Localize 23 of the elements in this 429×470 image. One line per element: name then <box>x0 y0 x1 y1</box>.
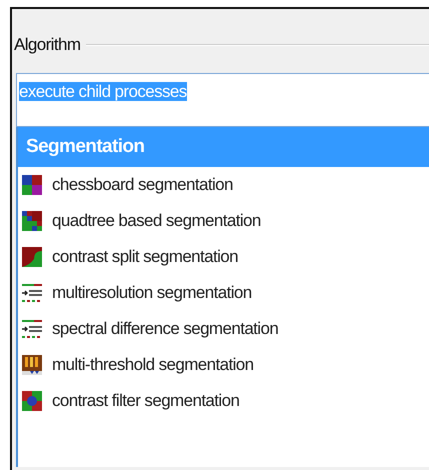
item-label: contrast split segmentation <box>52 247 238 267</box>
group-title: Algorithm <box>14 35 80 55</box>
threshold-icon <box>22 355 42 375</box>
item-label: spectral difference segmentation <box>52 319 278 339</box>
list-item[interactable]: spectral difference segmentation <box>18 311 429 347</box>
levels-icon <box>22 319 42 339</box>
list-item[interactable]: multi-threshold segmentation <box>18 347 429 383</box>
item-label: contrast filter segmentation <box>52 391 240 411</box>
grid-icon <box>22 211 42 231</box>
filter-icon <box>22 391 42 411</box>
item-label: chessboard segmentation <box>52 175 233 195</box>
item-label: multiresolution segmentation <box>52 283 252 303</box>
levels-icon <box>22 283 42 303</box>
grid-icon <box>22 175 42 195</box>
field-value: execute child processes <box>19 82 187 101</box>
list-item[interactable]: contrast split segmentation <box>18 239 429 275</box>
item-label: quadtree based segmentation <box>52 211 261 231</box>
list-item[interactable]: chessboard segmentation <box>18 167 429 203</box>
split-icon <box>22 247 42 267</box>
item-label: multi-threshold segmentation <box>52 355 254 375</box>
list-item[interactable]: quadtree based segmentation <box>18 203 429 239</box>
list-item[interactable]: contrast filter segmentation <box>18 383 429 419</box>
list-item[interactable]: multiresolution segmentation <box>18 275 429 311</box>
